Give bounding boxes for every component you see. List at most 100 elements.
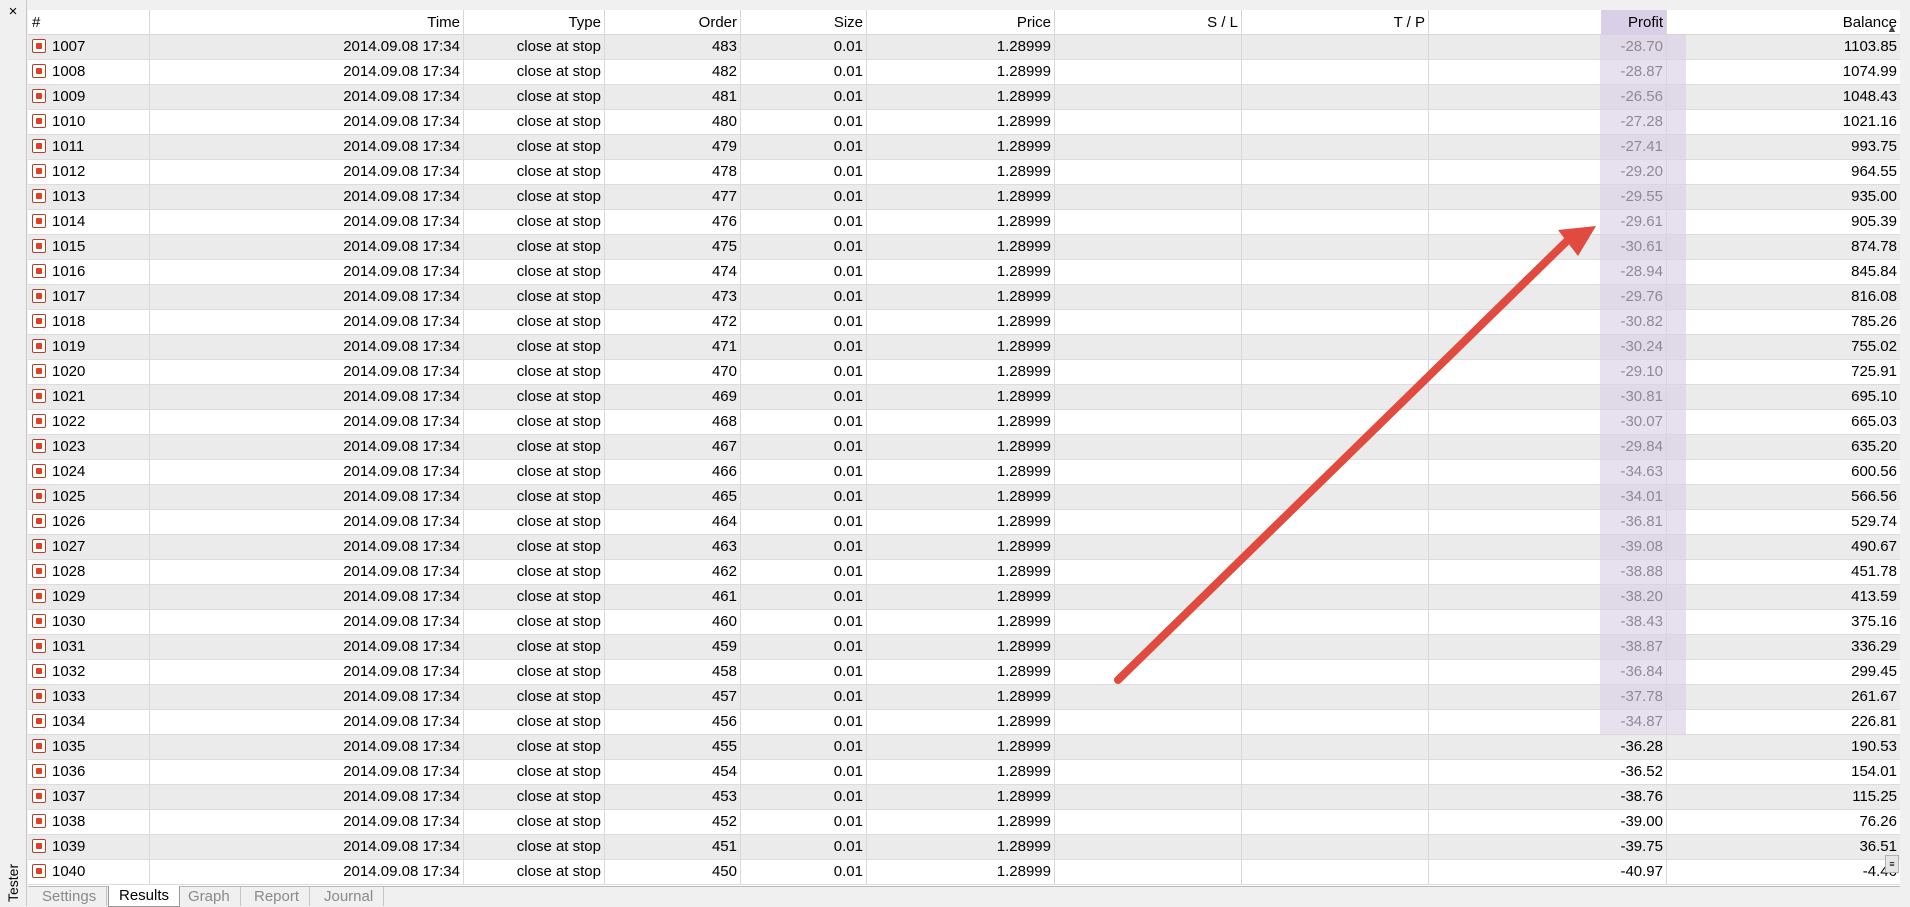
table-row[interactable]: 1023 2014.09.08 17:34 close at stop 467 0.01…: [28, 435, 1900, 460]
cell-balance: 964.55: [1851, 163, 1897, 180]
cell-tp: [1242, 410, 1429, 434]
tab-report[interactable]: Report: [244, 887, 311, 906]
table-row[interactable]: 1011 2014.09.08 17:34 close at stop 479 0.01…: [28, 135, 1900, 160]
cell-size: 0.01: [741, 310, 867, 334]
column-header-balance[interactable]: Balance: [1667, 10, 1900, 35]
cell-num-text: 1027: [52, 538, 86, 555]
table-row[interactable]: 1032 2014.09.08 17:34 close at stop 458 0.01…: [28, 660, 1900, 685]
cell-time: 2014.09.08 17:34: [150, 510, 464, 534]
table-row[interactable]: 1039 2014.09.08 17:34 close at stop 451 0.01…: [28, 835, 1900, 860]
cell-profit: -28.94: [1429, 260, 1667, 284]
close-icon[interactable]: ×: [6, 4, 20, 20]
table-row[interactable]: 1010 2014.09.08 17:34 close at stop 480 0.01…: [28, 110, 1900, 135]
cell-tp: [1242, 535, 1429, 559]
cell-type: close at stop: [464, 235, 605, 259]
cell-size: 0.01: [741, 485, 867, 509]
table-row[interactable]: 1025 2014.09.08 17:34 close at stop 465 0.01…: [28, 485, 1900, 510]
table-row[interactable]: 1009 2014.09.08 17:34 close at stop 481 0.01…: [28, 85, 1900, 110]
column-header-size[interactable]: Size: [741, 10, 867, 35]
table-row[interactable]: 1040 2014.09.08 17:34 close at stop 450 0.01…: [28, 860, 1900, 885]
cell-order: 471: [605, 335, 741, 359]
cell-time: 2014.09.08 17:34: [150, 435, 464, 459]
column-header-order[interactable]: Order: [605, 10, 741, 35]
table-row[interactable]: 1033 2014.09.08 17:34 close at stop 457 0.01…: [28, 685, 1900, 710]
table-row[interactable]: 1020 2014.09.08 17:34 close at stop 470 0.01…: [28, 360, 1900, 385]
cell-type: close at stop: [464, 310, 605, 334]
order-close-icon: [32, 214, 46, 228]
table-row[interactable]: 1019 2014.09.08 17:34 close at stop 471 0.01…: [28, 335, 1900, 360]
table-row[interactable]: 1038 2014.09.08 17:34 close at stop 452 0.01…: [28, 810, 1900, 835]
cell-tp: [1242, 85, 1429, 109]
cell-profit: -38.88: [1429, 560, 1667, 584]
cell-time: 2014.09.08 17:34: [150, 610, 464, 634]
cell-sl: [1055, 110, 1242, 134]
table-row[interactable]: 1024 2014.09.08 17:34 close at stop 466 0.01…: [28, 460, 1900, 485]
cell-sl: [1055, 335, 1242, 359]
cell-size: 0.01: [741, 85, 867, 109]
cell-num-text: 1026: [52, 513, 86, 530]
table-row[interactable]: 1008 2014.09.08 17:34 close at stop 482 0.01…: [28, 60, 1900, 85]
table-row[interactable]: 1014 2014.09.08 17:34 close at stop 476 0.01…: [28, 210, 1900, 235]
scroll-up-icon[interactable]: ▲: [1886, 22, 1898, 36]
table-row[interactable]: 1017 2014.09.08 17:34 close at stop 473 0.01…: [28, 285, 1900, 310]
column-header-tp[interactable]: T / P: [1242, 10, 1429, 35]
column-header-sl[interactable]: S / L: [1055, 10, 1242, 35]
cell-type: close at stop: [464, 85, 605, 109]
table-row[interactable]: 1035 2014.09.08 17:34 close at stop 455 0.01…: [28, 735, 1900, 760]
table-row[interactable]: 1028 2014.09.08 17:34 close at stop 462 0.01…: [28, 560, 1900, 585]
cell-sl: [1055, 410, 1242, 434]
table-row[interactable]: 1037 2014.09.08 17:34 close at stop 453 0.01…: [28, 785, 1900, 810]
cell-sl: [1055, 685, 1242, 709]
cell-num-text: 1040: [52, 863, 86, 880]
table-row[interactable]: 1027 2014.09.08 17:34 close at stop 463 0.01…: [28, 535, 1900, 560]
cell-sl: [1055, 435, 1242, 459]
results-table: # Time Type Order Size Price S / L T / P…: [28, 10, 1900, 886]
cell-num-text: 1010: [52, 113, 86, 130]
table-row[interactable]: 1021 2014.09.08 17:34 close at stop 469 0.01…: [28, 385, 1900, 410]
cell-profit: -39.75: [1429, 835, 1667, 859]
cell-sl: [1055, 785, 1242, 809]
cell-price: 1.28999: [867, 785, 1055, 809]
table-row[interactable]: 1012 2014.09.08 17:34 close at stop 478 0.01…: [28, 160, 1900, 185]
table-row[interactable]: 1034 2014.09.08 17:34 close at stop 456 0.01…: [28, 710, 1900, 735]
cell-type: close at stop: [464, 410, 605, 434]
cell-time: 2014.09.08 17:34: [150, 810, 464, 834]
table-row[interactable]: 1015 2014.09.08 17:34 close at stop 475 0.01…: [28, 235, 1900, 260]
scrollbar-grip-icon[interactable]: ≡: [1885, 855, 1899, 873]
tab-settings[interactable]: Settings: [32, 887, 108, 906]
cell-profit: -34.63: [1429, 460, 1667, 484]
order-close-icon: [32, 364, 46, 378]
cell-price: 1.28999: [867, 510, 1055, 534]
table-row[interactable]: 1022 2014.09.08 17:34 close at stop 468 0.01…: [28, 410, 1900, 435]
cell-order: 470: [605, 360, 741, 384]
cell-time: 2014.09.08 17:34: [150, 110, 464, 134]
column-header-profit[interactable]: Profit: [1429, 10, 1667, 35]
table-row[interactable]: 1030 2014.09.08 17:34 close at stop 460 0.01…: [28, 610, 1900, 635]
cell-balance: 154.01: [1851, 763, 1897, 780]
column-header-price[interactable]: Price: [867, 10, 1055, 35]
cell-sl: [1055, 585, 1242, 609]
column-header-time[interactable]: Time: [150, 10, 464, 35]
cell-time: 2014.09.08 17:34: [150, 485, 464, 509]
column-header-type[interactable]: Type: [464, 10, 605, 35]
cell-price: 1.28999: [867, 535, 1055, 559]
table-row[interactable]: 1031 2014.09.08 17:34 close at stop 459 0.01…: [28, 635, 1900, 660]
table-row[interactable]: 1016 2014.09.08 17:34 close at stop 474 0.01…: [28, 260, 1900, 285]
tab-journal[interactable]: Journal: [314, 887, 385, 906]
table-row[interactable]: 1029 2014.09.08 17:34 close at stop 461 0.01…: [28, 585, 1900, 610]
order-close-icon: [32, 614, 46, 628]
table-row[interactable]: 1013 2014.09.08 17:34 close at stop 477 0.01…: [28, 185, 1900, 210]
table-row[interactable]: 1026 2014.09.08 17:34 close at stop 464 0.01…: [28, 510, 1900, 535]
table-row[interactable]: 1007 2014.09.08 17:34 close at stop 483 0.01…: [28, 35, 1900, 60]
cell-order: 461: [605, 585, 741, 609]
tab-results[interactable]: Results: [108, 886, 181, 907]
cell-balance: 935.00: [1851, 188, 1897, 205]
column-header-num[interactable]: #: [28, 10, 150, 35]
cell-size: 0.01: [741, 610, 867, 634]
tab-graph[interactable]: Graph: [178, 887, 241, 906]
cell-tp: [1242, 810, 1429, 834]
side-label-text: Tester: [5, 863, 21, 902]
table-row[interactable]: 1036 2014.09.08 17:34 close at stop 454 0.01…: [28, 760, 1900, 785]
cell-time: 2014.09.08 17:34: [150, 310, 464, 334]
table-row[interactable]: 1018 2014.09.08 17:34 close at stop 472 0.01…: [28, 310, 1900, 335]
